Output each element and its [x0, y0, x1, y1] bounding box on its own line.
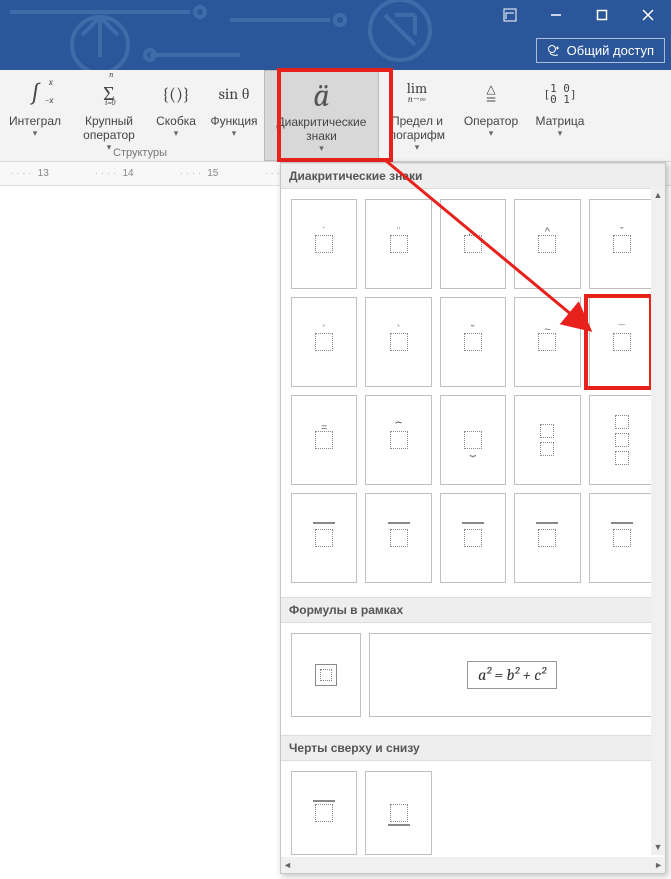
scroll-right-icon[interactable]: ► — [654, 860, 663, 870]
accent-underbrace[interactable]: ⏟ — [440, 395, 506, 485]
section-boxed: Формулы в рамках — [281, 597, 665, 623]
accent-group-below[interactable] — [589, 395, 655, 485]
chevron-down-icon: ▾ — [489, 128, 494, 139]
operator-icon: △= — [485, 76, 496, 112]
boxed-grid: a² = b² + c² — [281, 623, 665, 735]
ruler-mark: 13 — [10, 168, 49, 179]
accent-double-harpoon[interactable] — [589, 493, 655, 583]
ribbon-matrix[interactable]: [1 00 1] Матрица ▾ — [527, 70, 593, 161]
title-bar: Общий доступ — [0, 0, 671, 70]
bracket-icon: {()} — [162, 76, 190, 112]
ruler-mark: 14 — [95, 168, 134, 179]
share-button[interactable]: Общий доступ — [536, 38, 665, 63]
dropdown-hscrollbar[interactable]: ◄ ► — [281, 857, 665, 873]
minimize-icon[interactable] — [533, 0, 579, 30]
ribbon-operator[interactable]: △= Оператор ▾ — [455, 70, 527, 161]
ribbon-group-label: Структуры — [0, 147, 280, 159]
boxed-empty[interactable] — [291, 633, 361, 717]
boxed-formula-text: a² = b² + c² — [467, 661, 557, 689]
accent-icon: ä — [313, 77, 329, 113]
accent-overbrace[interactable]: ⏞ — [365, 395, 431, 485]
share-icon — [547, 44, 561, 58]
share-label: Общий доступ — [567, 43, 654, 58]
scroll-left-icon[interactable]: ◄ — [283, 860, 292, 870]
matrix-icon: [1 00 1] — [543, 76, 576, 112]
chevron-down-icon: ▾ — [558, 128, 563, 139]
accent-overline[interactable]: ¯ — [589, 297, 655, 387]
section-bars: Черты сверху и снизу — [281, 735, 665, 761]
chevron-down-icon: ▾ — [232, 128, 237, 139]
chevron-down-icon: ▾ — [33, 128, 38, 139]
function-icon: sin θ — [219, 76, 250, 112]
accent-group-above[interactable] — [514, 395, 580, 485]
integral-icon: ∫x−x — [31, 76, 39, 112]
bars-grid — [281, 761, 665, 869]
accent-harpoon-left-under[interactable] — [440, 493, 506, 583]
scroll-up-icon[interactable]: ▲ — [651, 187, 665, 203]
ribbon-limit[interactable]: limn→∞ Предел и логарифм ▾ — [379, 70, 455, 161]
accent-harpoon-right-over[interactable] — [365, 493, 431, 583]
scroll-down-icon[interactable]: ▼ — [651, 839, 665, 855]
boxed-pythagoras[interactable]: a² = b² + c² — [369, 633, 655, 717]
accent-dropdown: Диакритические знаки ˙ ¨ … ^ ˇ ´ ` ˘ ~ ¯… — [280, 162, 666, 874]
accent-ddot[interactable]: ¨ — [365, 199, 431, 289]
ruler-mark: 15 — [180, 168, 219, 179]
accent-dddot[interactable]: … — [440, 199, 506, 289]
accent-harpoon-right-under[interactable] — [514, 493, 580, 583]
accent-double-bar[interactable]: = — [291, 395, 357, 485]
chevron-down-icon: ▾ — [174, 128, 179, 139]
accent-dot[interactable]: ˙ — [291, 199, 357, 289]
bar-under-cell[interactable] — [365, 771, 431, 855]
ribbon: ∫x−x Интеграл ▾ nΣi=0 Крупный оператор ▾… — [0, 70, 671, 162]
close-icon[interactable] — [625, 0, 671, 30]
maximize-icon[interactable] — [579, 0, 625, 30]
bar-over-cell[interactable] — [291, 771, 357, 855]
chevron-down-icon: ▾ — [319, 143, 324, 154]
accent-check[interactable]: ˇ — [589, 199, 655, 289]
accent-harpoon-left-over[interactable] — [291, 493, 357, 583]
ribbon-display-options-icon[interactable] — [487, 0, 533, 30]
sigma-icon: nΣi=0 — [103, 76, 115, 112]
limit-icon: limn→∞ — [407, 76, 427, 112]
document-area[interactable] — [0, 186, 280, 876]
accent-grave[interactable]: ` — [365, 297, 431, 387]
ribbon-accent[interactable]: ä Диакритические знаки ▾ — [264, 70, 379, 161]
accent-acute[interactable]: ´ — [291, 297, 357, 387]
accent-hat[interactable]: ^ — [514, 199, 580, 289]
chevron-down-icon: ▾ — [415, 142, 420, 153]
dropdown-scrollbar[interactable]: ▲ ▼ — [651, 187, 665, 855]
accent-tilde[interactable]: ~ — [514, 297, 580, 387]
accents-grid: ˙ ¨ … ^ ˇ ´ ` ˘ ~ ¯ = ⏞ ⏟ — [281, 189, 665, 597]
section-accents: Диакритические знаки — [281, 163, 665, 189]
accent-breve[interactable]: ˘ — [440, 297, 506, 387]
